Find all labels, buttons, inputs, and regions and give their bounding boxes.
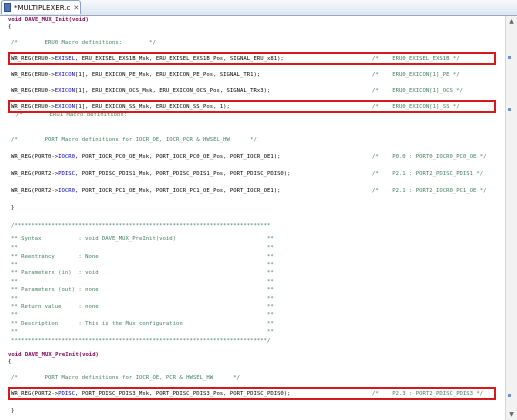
editor-tab-bar: *MULTIPLEXER.c ✕ xyxy=(0,0,517,16)
tab-multiplexer-c[interactable]: *MULTIPLEXER.c ✕ xyxy=(1,0,81,14)
comment-line: /* PORT Macro definitions for IOCR_OE, I… xyxy=(11,137,257,143)
code-line: WR_REG(ERU0->EXICON[1], ERU_EXICON_PE_Ms… xyxy=(11,72,260,79)
comment-line: /* P2.1 : PORT2_IOCR0_PC1_OE */ xyxy=(372,188,487,194)
highlight-box xyxy=(8,387,496,400)
comment-block-line: ** ** xyxy=(11,279,274,285)
tab-title: *MULTIPLEXER.c xyxy=(14,3,71,12)
comment-line: /* ERU0 Macro definitions: */ xyxy=(11,40,156,46)
code-token: WR_REG(ERU0-> xyxy=(11,72,55,78)
comment-block-line: /***************************************… xyxy=(11,223,271,229)
code-line: { xyxy=(8,359,12,365)
code-token: [1], ERU_EXICON_PE_Msk, ERU_EXICON_PE_Po… xyxy=(75,72,261,78)
code-line: { xyxy=(8,24,12,30)
code-line: WR_REG(ERU0->EXICON[1], ERU_EXICON_OCS_M… xyxy=(11,88,270,95)
comment-line: /* P0.0 : PORT0_IOCR0_PC0_OE */ xyxy=(372,154,487,160)
comment-block-line: ** Reentrancy : None ** xyxy=(11,254,274,260)
comment-line: /* P2.1 : PORT2_PDISC_PDIS1 */ xyxy=(372,171,484,177)
vertical-scrollbar[interactable]: ▲ ▼ xyxy=(505,16,517,420)
code-token: WR_REG(ERU0-> xyxy=(11,88,55,94)
code-token: IOCR0 xyxy=(58,188,75,194)
code-token: EXICON xyxy=(54,72,75,78)
comment-block-line: ** ** xyxy=(11,312,274,318)
comment-block-line: ** Return value : none ** xyxy=(11,304,274,310)
comment-block-line: ** Description : This is the Mux configu… xyxy=(11,321,274,327)
code-token: , PORT_PDISC_PDIS1_Msk, PORT_PDISC_PDIS1… xyxy=(75,171,291,177)
code-token: , PORT_IOCR_PC0_OE_Msk, PORT_IOCR_PC0_OE… xyxy=(75,154,281,160)
close-icon[interactable]: ✕ xyxy=(73,4,79,12)
comment-block-line: ** Syntax : void DAVE_MUX_PreInit(void) … xyxy=(11,236,274,242)
scroll-up-icon[interactable]: ▲ xyxy=(507,17,516,26)
code-token: WR_REG(PORT2-> xyxy=(11,188,59,194)
code-token: WR_REG(PORT0-> xyxy=(11,154,59,160)
code-line: WR_REG(PORT0->IOCR0, PORT_IOCR_PC0_OE_Ms… xyxy=(11,154,280,161)
comment-block-line: ** ** xyxy=(11,245,274,251)
scroll-down-icon[interactable]: ▼ xyxy=(507,410,516,419)
comment-block-line: ** ** xyxy=(11,262,274,268)
code-line-text: void DAVE_MUX_PreInit(void) xyxy=(8,352,99,358)
overview-marker[interactable] xyxy=(508,108,511,111)
code-line: void DAVE_MUX_PreInit(void) xyxy=(8,352,99,359)
comment-block-line: ** Parameters (in) : void ** xyxy=(11,270,274,276)
comment-line: /* ERU1 Macro definitions: xyxy=(16,112,128,118)
code-line: void DAVE_MUX_Init(void) xyxy=(8,17,89,24)
comment-line: /* ERU0_EXICON[1]_PE */ xyxy=(372,72,460,78)
code-token: , PORT_IOCR_PC1_OE_Msk, PORT_IOCR_PC1_OE… xyxy=(75,188,281,194)
code-token: IOCR0 xyxy=(58,154,75,160)
code-line: WR_REG(PORT2->IOCR0, PORT_IOCR_PC1_OE_Ms… xyxy=(11,188,280,195)
highlight-box xyxy=(8,100,496,113)
code-token: WR_REG(PORT2-> xyxy=(11,171,59,177)
editor-window: *MULTIPLEXER.c ✕ void DAVE_MUX_Init(void… xyxy=(0,0,517,420)
c-file-icon xyxy=(4,3,11,12)
code-line-text: void DAVE_MUX_Init(void) xyxy=(8,17,89,23)
overview-marker[interactable] xyxy=(508,56,511,59)
comment-block-line: ****************************************… xyxy=(11,338,271,344)
comment-line: /* ERU0_EXICON[1]_OCS */ xyxy=(372,88,463,94)
overview-marker[interactable] xyxy=(508,394,511,397)
comment-block-line: ** ** xyxy=(11,329,274,335)
code-token: PDISC xyxy=(58,171,75,177)
comment-line: /* PORT Macro definitions for IOCR_OE, P… xyxy=(11,375,241,381)
code-line: } xyxy=(11,408,15,414)
code-token: EXICON xyxy=(54,88,75,94)
comment-block-line: ** ** xyxy=(11,296,274,302)
code-line: WR_REG(PORT2->PDISC, PORT_PDISC_PDIS1_Ms… xyxy=(11,171,291,178)
comment-block-line: ** Parameters (out) : none ** xyxy=(11,287,274,293)
code-token: [1], ERU_EXICON_OCS_Msk, ERU_EXICON_OCS_… xyxy=(75,88,271,94)
code-editor[interactable]: void DAVE_MUX_Init(void) { /* ERU0 Macro… xyxy=(0,16,505,420)
highlight-box xyxy=(8,52,496,65)
code-line: } xyxy=(11,205,15,211)
